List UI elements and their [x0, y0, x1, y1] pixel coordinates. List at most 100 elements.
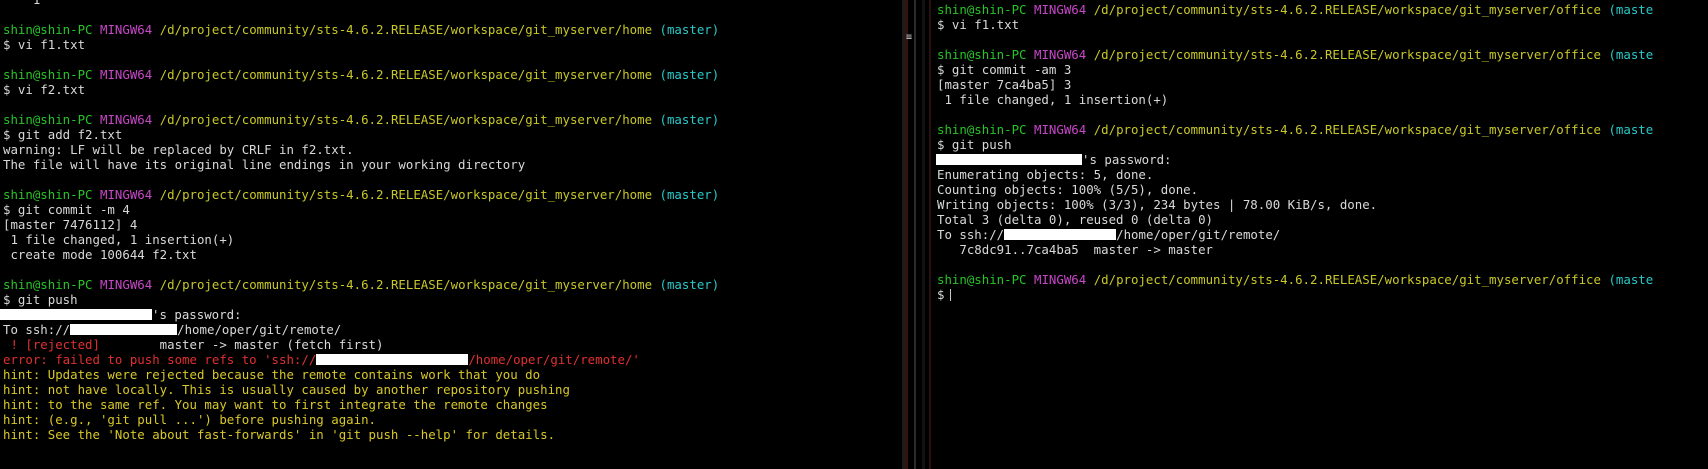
final-prompt: $: [937, 287, 945, 302]
redacted-username: [0, 309, 152, 320]
output-line: warning: LF will be replaced by CRLF in …: [3, 142, 354, 157]
text-cursor: [950, 289, 952, 301]
prompt-path: /d/project/community/sts-4.6.2.RELEASE/w…: [1093, 2, 1601, 17]
redacted-host: [316, 354, 469, 365]
hint-line: hint: not have locally. This is usually …: [3, 382, 570, 397]
prompt-line: shin@shin-PC MINGW64 /d/project/communit…: [934, 272, 1708, 287]
password-line: 's password:: [934, 152, 1708, 167]
prompt-line: shin@shin-PC MINGW64 /d/project/communit…: [934, 122, 1708, 137]
output-line: [master 7ca4ba5] 3: [937, 77, 1072, 92]
output-line: 7c8dc91..7ca4ba5 master -> master: [937, 242, 1214, 257]
prompt-branch: (master): [659, 67, 720, 82]
output-line: Total 3 (delta 0), reused 0 (delta 0): [937, 212, 1214, 227]
prompt-branch: (maste: [1608, 2, 1654, 17]
prompt-user: shin@shin-PC: [937, 47, 1027, 62]
command-line: $ git push: [3, 292, 78, 307]
terminal-screen: 1 shin@shin-PC MINGW64 /d/project/commun…: [0, 0, 1708, 469]
rejected-line: ! [rejected] master -> master (fetch fir…: [0, 337, 900, 352]
prompt-branch: (maste: [1608, 272, 1654, 287]
prompt-user: shin@shin-PC: [3, 67, 93, 82]
prompt-user: shin@shin-PC: [3, 22, 93, 37]
command-line: $ git commit -m 4: [3, 202, 130, 217]
redacted-host: [1004, 229, 1117, 240]
prompt-user: shin@shin-PC: [937, 2, 1027, 17]
output-line: Enumerating objects: 5, done.: [937, 167, 1154, 182]
prompt-system: MINGW64: [1034, 272, 1087, 287]
left-terminal-pane[interactable]: 1 shin@shin-PC MINGW64 /d/project/commun…: [0, 0, 900, 469]
prompt-path: /d/project/community/sts-4.6.2.RELEASE/w…: [159, 67, 653, 82]
prompt-line: shin@shin-PC MINGW64 /d/project/communit…: [0, 67, 900, 82]
output-line: 1 file changed, 1 insertion(+): [3, 232, 235, 247]
input-line[interactable]: $: [934, 287, 1708, 302]
prompt-path: /d/project/community/sts-4.6.2.RELEASE/w…: [159, 112, 653, 127]
error-prefix: error: failed to push some refs to 'ssh:…: [3, 352, 317, 367]
prompt-path: /d/project/community/sts-4.6.2.RELEASE/w…: [159, 22, 653, 37]
prompt-user: shin@shin-PC: [3, 187, 93, 202]
prompt-branch: (master): [659, 277, 720, 292]
divider-grip-icon[interactable]: ≡: [906, 33, 913, 46]
remote-line: To ssh:// /home/oper/git/remote/: [0, 322, 900, 337]
prompt-path: /d/project/community/sts-4.6.2.RELEASE/w…: [1093, 47, 1601, 62]
remote-prefix: To ssh://: [937, 227, 1005, 242]
password-prompt: 's password:: [1082, 152, 1172, 167]
command-line: $ git commit -am 3: [937, 62, 1072, 77]
error-line: error: failed to push some refs to 'ssh:…: [0, 352, 900, 367]
output-line: Writing objects: 100% (3/3), 234 bytes |…: [937, 197, 1378, 212]
command-line: $ git add f2.txt: [3, 127, 123, 142]
command-line: $ vi f1.txt: [937, 17, 1020, 32]
output-line: Counting objects: 100% (5/5), done.: [937, 182, 1199, 197]
command-line: $ vi f1.txt: [3, 37, 86, 52]
prompt-path: /d/project/community/sts-4.6.2.RELEASE/w…: [1093, 272, 1601, 287]
prompt-system: MINGW64: [100, 112, 153, 127]
prompt-path: /d/project/community/sts-4.6.2.RELEASE/w…: [159, 187, 653, 202]
command-line: $ vi f2.txt: [3, 82, 86, 97]
remote-path: /home/oper/git/remote/: [1116, 227, 1281, 242]
output-line: [master 7476112] 4: [3, 217, 138, 232]
prompt-line: shin@shin-PC MINGW64 /d/project/communit…: [934, 2, 1708, 17]
password-line: 's password:: [0, 307, 900, 322]
prompt-system: MINGW64: [100, 187, 153, 202]
pane-divider[interactable]: [900, 0, 934, 469]
redacted-host: [70, 324, 178, 335]
prompt-line: shin@shin-PC MINGW64 /d/project/communit…: [0, 112, 900, 127]
hint-line: hint: to the same ref. You may want to f…: [3, 397, 548, 412]
password-prompt: 's password:: [152, 307, 242, 322]
prompt-system: MINGW64: [1034, 2, 1087, 17]
prompt-line: shin@shin-PC MINGW64 /d/project/communit…: [0, 187, 900, 202]
rejected-detail: master -> master (fetch first): [99, 337, 384, 352]
prompt-user: shin@shin-PC: [3, 277, 93, 292]
prompt-system: MINGW64: [100, 67, 153, 82]
redacted-username: [936, 154, 1082, 165]
hint-line: hint: (e.g., 'git pull ...') before push…: [3, 412, 376, 427]
remote-path: /home/oper/git/remote/: [177, 322, 342, 337]
output-line: create mode 100644 f2.txt: [3, 247, 197, 262]
right-terminal-pane[interactable]: shin@shin-PC MINGW64 /d/project/communit…: [934, 0, 1708, 469]
hint-line: hint: Updates were rejected because the …: [3, 367, 541, 382]
prompt-path: /d/project/community/sts-4.6.2.RELEASE/w…: [1093, 122, 1601, 137]
prompt-line: shin@shin-PC MINGW64 /d/project/communit…: [0, 277, 900, 292]
error-suffix: /home/oper/git/remote/': [468, 352, 640, 367]
command-line: $ git push: [937, 137, 1012, 152]
prompt-user: shin@shin-PC: [3, 112, 93, 127]
prompt-user: shin@shin-PC: [937, 272, 1027, 287]
output-line: The file will have its original line end…: [3, 157, 526, 172]
output-line: 1 file changed, 1 insertion(+): [937, 92, 1169, 107]
partial-line: 1: [0, 0, 900, 7]
prompt-branch: (maste: [1608, 47, 1654, 62]
prompt-line: shin@shin-PC MINGW64 /d/project/communit…: [0, 22, 900, 37]
prompt-system: MINGW64: [1034, 47, 1087, 62]
remote-line: To ssh:// /home/oper/git/remote/: [934, 227, 1708, 242]
prompt-path: /d/project/community/sts-4.6.2.RELEASE/w…: [159, 277, 653, 292]
prompt-branch: (master): [659, 187, 720, 202]
prompt-line: shin@shin-PC MINGW64 /d/project/communit…: [934, 47, 1708, 62]
prompt-system: MINGW64: [100, 277, 153, 292]
prompt-user: shin@shin-PC: [937, 122, 1027, 137]
prompt-system: MINGW64: [100, 22, 153, 37]
